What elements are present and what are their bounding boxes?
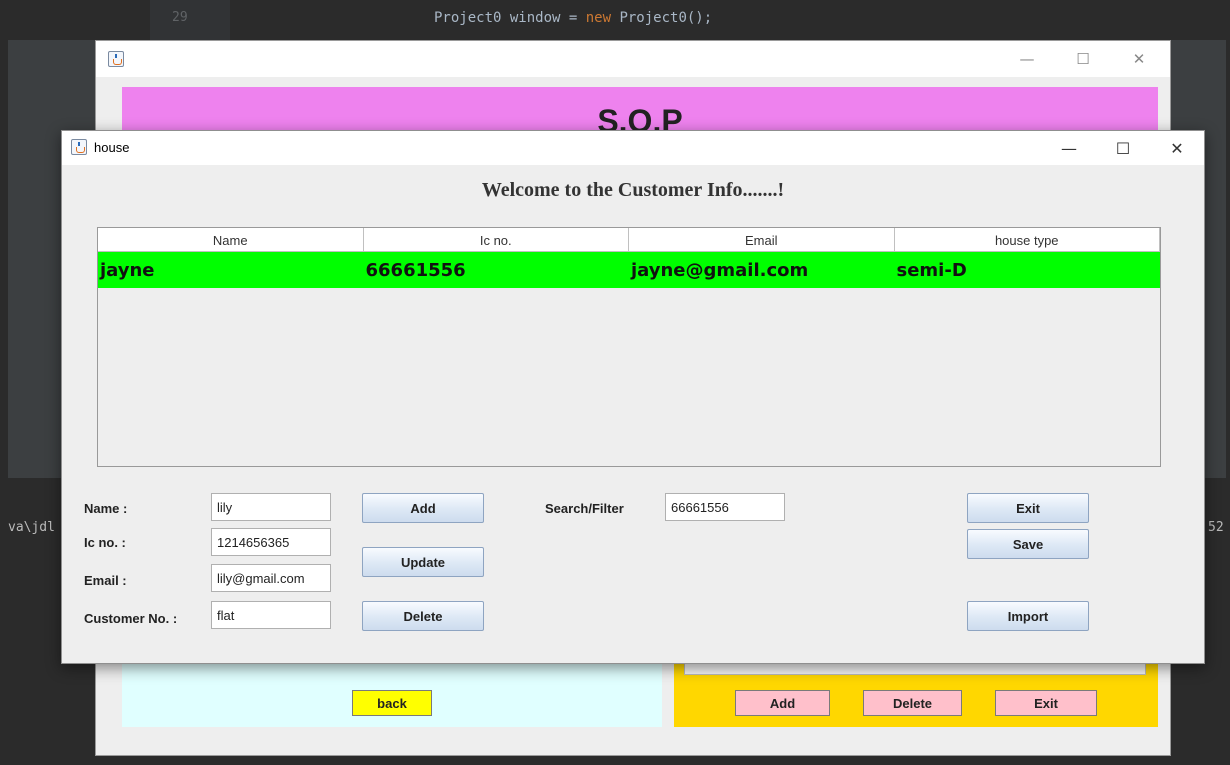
customer-no-field[interactable]: flat xyxy=(211,601,331,629)
column-header[interactable]: Email xyxy=(629,228,895,252)
java-icon xyxy=(108,51,124,67)
column-header[interactable]: Ic no. xyxy=(364,228,629,252)
ide-line-number: 29 xyxy=(172,10,188,25)
console-text: 52 xyxy=(1208,520,1224,535)
java-icon xyxy=(71,139,87,155)
name-label: Name : xyxy=(84,501,128,516)
house-titlebar: house — ☐ ✕ xyxy=(62,131,1204,165)
close-icon[interactable]: ✕ xyxy=(1154,131,1200,165)
table-header: Name Ic no. Email house type xyxy=(98,228,1160,252)
ic-label: Ic no. : xyxy=(84,535,126,550)
column-header[interactable]: Name xyxy=(98,228,364,252)
maximize-icon[interactable]: ☐ xyxy=(1100,131,1146,165)
back-add-button[interactable]: Add xyxy=(735,690,830,716)
search-label: Search/Filter xyxy=(545,501,624,516)
house-window: house — ☐ ✕ Welcome to the Customer Info… xyxy=(61,130,1205,664)
import-button[interactable]: Import xyxy=(967,601,1089,631)
table-cell[interactable]: jayne@gmail.com xyxy=(629,252,895,288)
back-exit-button[interactable]: Exit xyxy=(995,690,1097,716)
delete-button[interactable]: Delete xyxy=(362,601,484,631)
ic-field[interactable]: 1214656365 xyxy=(211,528,331,556)
add-button[interactable]: Add xyxy=(362,493,484,523)
table-cell[interactable]: jayne xyxy=(98,252,364,288)
table-cell[interactable]: semi-D xyxy=(895,252,1161,288)
ide-code-line: Project0 window = new Project0(); xyxy=(434,10,712,26)
back-titlebar: — ☐ ✕ xyxy=(96,41,1170,77)
console-text: va\jdl xyxy=(8,520,55,535)
column-header[interactable]: house type xyxy=(895,228,1160,252)
minimize-icon[interactable]: — xyxy=(1004,41,1050,77)
back-button[interactable]: back xyxy=(352,690,432,716)
code-text: Project0(); xyxy=(611,10,713,26)
exit-button[interactable]: Exit xyxy=(967,493,1089,523)
maximize-icon[interactable]: ☐ xyxy=(1060,41,1106,77)
name-field[interactable]: lily xyxy=(211,493,331,521)
customer-no-label: Customer No. : xyxy=(84,611,178,626)
window-title: house xyxy=(94,140,130,155)
email-field[interactable]: lily@gmail.com xyxy=(211,564,331,592)
search-input[interactable]: 66661556 xyxy=(665,493,785,521)
table-cell[interactable]: 66661556 xyxy=(364,252,630,288)
table-row[interactable]: jayne 66661556 jayne@gmail.com semi-D xyxy=(98,252,1160,288)
minimize-icon[interactable]: — xyxy=(1046,131,1092,165)
save-button[interactable]: Save xyxy=(967,529,1089,559)
back-delete-button[interactable]: Delete xyxy=(863,690,962,716)
update-button[interactable]: Update xyxy=(362,547,484,577)
customer-table[interactable]: Name Ic no. Email house type jayne 66661… xyxy=(97,227,1161,467)
code-text: Project0 window = xyxy=(434,10,586,26)
ide-gutter xyxy=(150,0,230,40)
email-label: Email : xyxy=(84,573,127,588)
code-keyword: new xyxy=(585,10,612,26)
welcome-heading: Welcome to the Customer Info.......! xyxy=(481,179,785,201)
close-icon[interactable]: ✕ xyxy=(1116,41,1162,77)
